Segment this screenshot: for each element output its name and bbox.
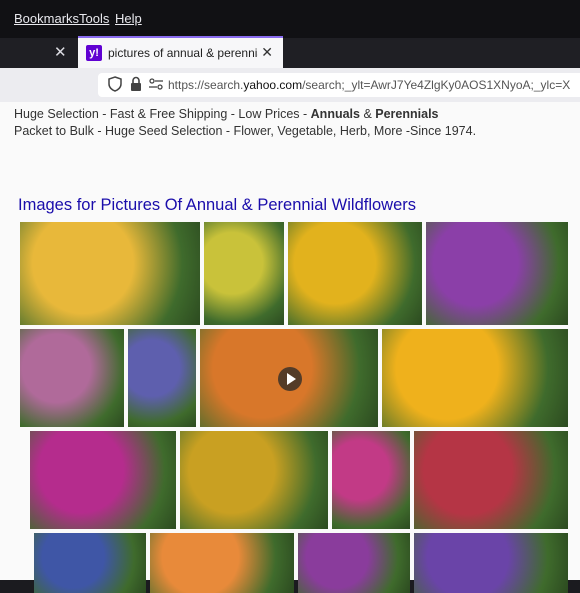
orange-zinnia-video-thumbnail[interactable] bbox=[200, 329, 378, 427]
url-text: https://search.yahoo.com/search;_ylt=Awr… bbox=[168, 78, 571, 92]
orange-gerbera-image[interactable] bbox=[150, 533, 294, 593]
mixed-wildflowers-image[interactable] bbox=[180, 431, 328, 529]
images-heading-link[interactable]: Images for Pictures Of Annual & Perennia… bbox=[18, 196, 416, 215]
lock-icon[interactable] bbox=[130, 76, 142, 95]
close-icon[interactable]: ✕ bbox=[261, 44, 273, 61]
yellow-daylilies-image[interactable] bbox=[204, 222, 284, 325]
blue-salvia-image[interactable] bbox=[128, 329, 196, 427]
red-white-dianthus-image[interactable] bbox=[414, 431, 568, 529]
search-results-page: Huge Selection - Fast & Free Shipping - … bbox=[0, 102, 580, 593]
purple-primrose-image[interactable] bbox=[298, 533, 410, 593]
black-eyed-susan-image[interactable] bbox=[288, 222, 422, 325]
shield-icon[interactable] bbox=[108, 76, 122, 95]
blue-wildflowers-image[interactable] bbox=[34, 533, 146, 593]
purple-coneflower-image[interactable] bbox=[20, 329, 124, 427]
close-icon[interactable]: ✕ bbox=[54, 43, 67, 61]
ad-snippet-line-1: Huge Selection - Fast & Free Shipping - … bbox=[14, 107, 439, 121]
menu-help[interactable]: Help bbox=[115, 11, 142, 26]
tab-title: pictures of annual & perennial bbox=[108, 46, 258, 60]
menu-tools[interactable]: Tools bbox=[79, 11, 109, 26]
purple-phlox-image[interactable] bbox=[426, 222, 568, 325]
yellow-petunias-image[interactable] bbox=[20, 222, 200, 325]
yellow-coreopsis-image[interactable] bbox=[382, 329, 568, 427]
play-icon[interactable] bbox=[278, 367, 302, 391]
menu-bar: Bookmarks Tools Help bbox=[0, 0, 580, 38]
tab-active[interactable]: y! pictures of annual & perennial ✕ bbox=[78, 36, 283, 68]
purple-salvia-image[interactable] bbox=[414, 533, 568, 593]
image-grid bbox=[20, 222, 568, 593]
yahoo-favicon-icon: y! bbox=[86, 45, 102, 61]
address-bar[interactable]: https://search.yahoo.com/search;_ylt=Awr… bbox=[98, 73, 580, 97]
pink-dianthus-image[interactable] bbox=[332, 431, 410, 529]
magenta-petunias-image[interactable] bbox=[30, 431, 176, 529]
menu-bookmarks[interactable]: Bookmarks bbox=[14, 11, 79, 26]
permissions-icon[interactable] bbox=[148, 76, 164, 95]
ad-snippet-line-2: Packet to Bulk - Huge Seed Selection - F… bbox=[14, 124, 477, 138]
navigation-toolbar: https://search.yahoo.com/search;_ylt=Awr… bbox=[0, 68, 580, 102]
